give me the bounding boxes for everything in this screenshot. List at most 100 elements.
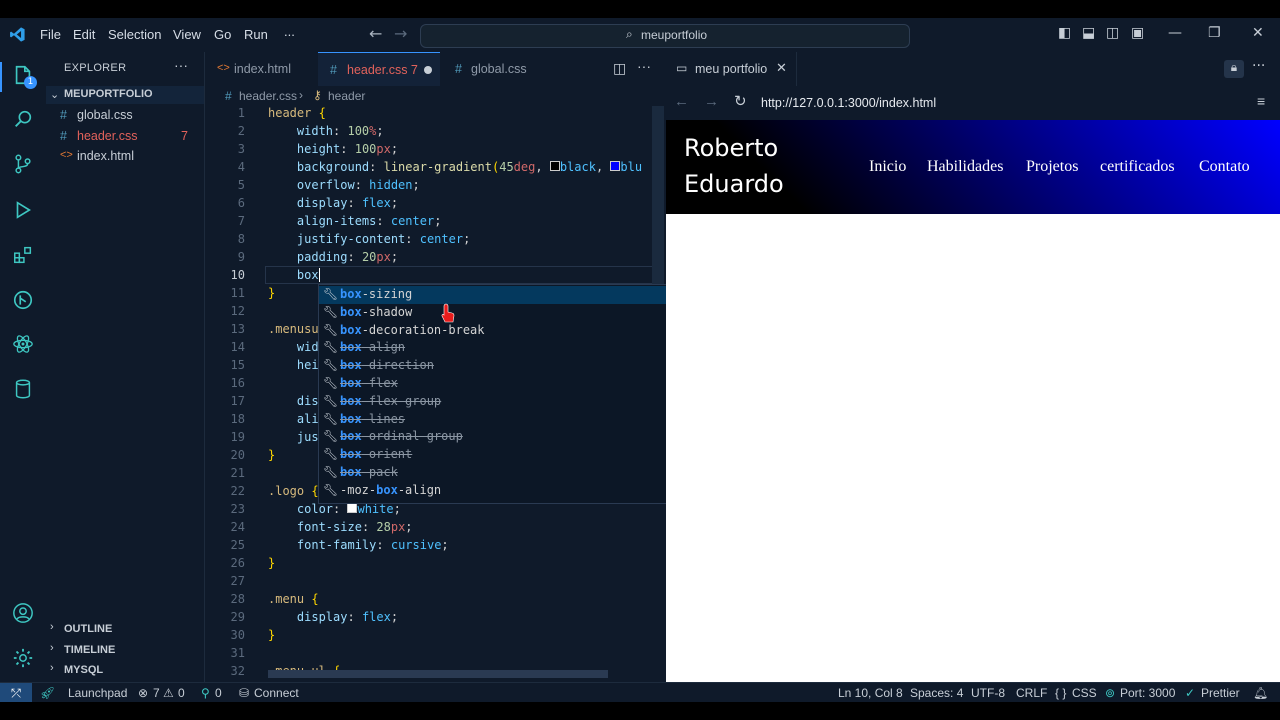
line-number: 32: [230, 664, 245, 678]
line-number: 19: [230, 430, 245, 444]
remote-icon[interactable]: ⤱: [0, 683, 32, 703]
browser-forward-icon[interactable]: →: [704, 93, 719, 110]
line-number: 4: [237, 160, 245, 174]
wrench-icon: 🔧︎: [323, 322, 339, 337]
file-index-html[interactable]: <> index.html: [46, 147, 204, 167]
restore-icon[interactable]: ❐: [1208, 25, 1221, 41]
nav-link-projetos[interactable]: Projetos: [1026, 158, 1078, 176]
warning-count[interactable]: 0: [178, 686, 185, 700]
file-header-css[interactable]: # header.css 7: [46, 127, 204, 147]
encoding[interactable]: UTF-8: [971, 686, 1005, 700]
timeline-section[interactable]: › TIMELINE: [46, 640, 204, 660]
tab-global-css[interactable]: # global.css: [441, 52, 553, 86]
wrench-icon: 🔧︎: [323, 393, 339, 408]
lock-icon[interactable]: 🔒︎: [1224, 60, 1244, 78]
gitlens-icon[interactable]: [12, 289, 34, 311]
line-number: 5: [237, 178, 245, 192]
language-mode[interactable]: CSS: [1072, 686, 1097, 700]
tab-meu-portfolio[interactable]: ▭ meu portfolio ✕: [666, 52, 797, 86]
tab-header-css[interactable]: # header.css 7: [318, 52, 440, 87]
suggestion-label: box-decoration-break: [340, 322, 485, 337]
editor-more-icon[interactable]: ···: [637, 58, 651, 74]
browser-back-icon[interactable]: ←: [674, 93, 689, 110]
search-icon[interactable]: [12, 108, 34, 130]
hamburger-menu-icon[interactable]: ≡: [1257, 93, 1265, 109]
line-number: 21: [230, 466, 245, 480]
tab-index-html[interactable]: <> index.html: [205, 52, 317, 86]
close-window-icon[interactable]: ✕: [1252, 25, 1264, 41]
mysql-section[interactable]: › MYSQL: [46, 660, 204, 680]
cursor-position[interactable]: Ln 10, Col 8: [838, 686, 903, 700]
url-input[interactable]: http://127.0.0.1:3000/index.html: [761, 96, 936, 110]
close-tab-icon[interactable]: ✕: [776, 60, 787, 76]
account-icon[interactable]: [12, 602, 34, 624]
settings-gear-icon[interactable]: [12, 647, 34, 669]
react-icon[interactable]: [12, 333, 34, 355]
launchpad-button[interactable]: Launchpad: [68, 686, 127, 700]
line-number: 23: [230, 502, 245, 516]
timeline-label: TIMELINE: [64, 644, 116, 656]
breadcrumb-symbol[interactable]: header: [328, 89, 365, 103]
menu-selection[interactable]: Selection: [108, 27, 161, 42]
activity-bar: 1: [0, 52, 47, 682]
explorer-badge: 1: [24, 76, 37, 89]
nav-link-inicio[interactable]: Inicio: [869, 158, 906, 176]
menu-view[interactable]: View: [173, 27, 201, 42]
toggle-sidebar-icon[interactable]: ◧: [1058, 25, 1071, 41]
connect-button[interactable]: Connect: [254, 686, 299, 700]
source-control-icon[interactable]: [12, 153, 34, 175]
wrench-icon: 🔧︎: [323, 304, 339, 319]
search-icon: ⌕: [626, 27, 633, 41]
editor-scrollbar[interactable]: [652, 106, 664, 286]
status-bar: ⤱ 🚀︎ Launchpad ⊗ 7 ⚠ 0 ⚲ 0 ⛁ Connect Ln …: [0, 682, 1280, 703]
menu-run[interactable]: Run: [244, 27, 268, 42]
run-debug-icon[interactable]: [12, 199, 34, 221]
database-icon[interactable]: [12, 378, 34, 400]
prettier-status[interactable]: Prettier: [1201, 686, 1240, 700]
line-ending[interactable]: CRLF: [1016, 686, 1047, 700]
forward-arrow-icon[interactable]: →: [394, 24, 407, 43]
panel-more-icon[interactable]: ···: [1252, 58, 1265, 74]
indentation[interactable]: Spaces: 4: [910, 686, 963, 700]
explorer-more-icon[interactable]: ···: [174, 57, 188, 73]
nav-link-certificados[interactable]: certificados: [1100, 158, 1175, 176]
bell-icon[interactable]: 🔔︎: [1253, 686, 1268, 700]
line-number: 13: [230, 322, 245, 336]
title-bar: File Edit Selection View Go Run ... ← → …: [0, 18, 1280, 53]
menu-go[interactable]: Go: [214, 27, 231, 42]
outline-section[interactable]: › OUTLINE: [46, 619, 204, 639]
line-number: 22: [230, 484, 245, 498]
wrench-icon: 🔧︎: [323, 429, 339, 444]
line-number: 7: [237, 214, 245, 228]
mouse-pointer-icon: [441, 303, 455, 323]
unsaved-dot-icon[interactable]: [424, 66, 432, 74]
browser-tab-icon: ▭: [676, 61, 688, 75]
live-server-port[interactable]: Port: 3000: [1120, 686, 1175, 700]
line-number: 2: [237, 124, 245, 138]
nav-link-habilidades[interactable]: Habilidades: [927, 158, 1003, 176]
code-line-23: color: white;: [296, 502, 401, 516]
menu-more[interactable]: ...: [284, 24, 295, 39]
menu-edit[interactable]: Edit: [73, 27, 95, 42]
command-center[interactable]: ⌕ meuportfolio: [420, 24, 910, 48]
line-number: 29: [230, 610, 245, 624]
customize-layout-icon[interactable]: ▣: [1131, 25, 1144, 41]
menu-file[interactable]: File: [40, 27, 61, 42]
toggle-secondary-sidebar-icon[interactable]: ◫: [1106, 25, 1119, 41]
nav-link-contato[interactable]: Contato: [1199, 158, 1250, 176]
toggle-panel-icon[interactable]: ⬓: [1082, 25, 1095, 41]
split-editor-icon[interactable]: ◫: [613, 60, 626, 77]
minimize-icon[interactable]: —: [1168, 25, 1182, 41]
horizontal-scrollbar[interactable]: [268, 670, 608, 678]
explorer-title: EXPLORER: [64, 62, 127, 74]
file-global-css[interactable]: # global.css: [46, 106, 204, 126]
back-arrow-icon[interactable]: ←: [369, 24, 382, 43]
breadcrumb-file[interactable]: header.css: [239, 89, 297, 103]
reload-icon[interactable]: ↻: [734, 92, 747, 110]
wrench-icon: 🔧︎: [323, 482, 339, 497]
folder-meuportfolio[interactable]: ⌄ MEUPORTFOLIO: [46, 86, 204, 104]
extensions-icon[interactable]: [12, 244, 34, 266]
error-count[interactable]: 7: [153, 686, 160, 700]
code-line-5: overflow: hidden;: [296, 178, 420, 192]
ports-count[interactable]: 0: [215, 686, 222, 700]
